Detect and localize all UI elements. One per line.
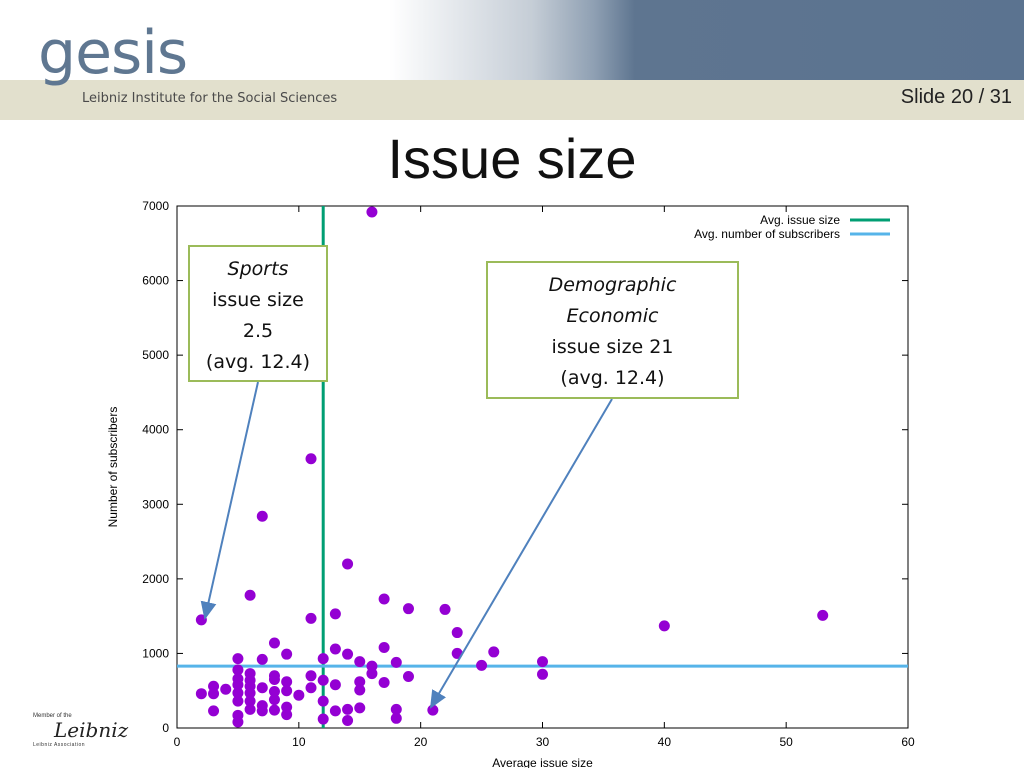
data-point <box>256 682 268 694</box>
data-point <box>268 674 280 686</box>
data-point <box>817 609 829 621</box>
data-point <box>305 453 317 465</box>
data-point <box>232 716 244 728</box>
callout-left-line4: (avg. 12.4) <box>205 351 311 373</box>
data-point <box>476 659 488 671</box>
x-tick-label: 30 <box>536 735 550 749</box>
callout-left-line1: Sports <box>227 258 289 280</box>
data-point <box>378 677 390 689</box>
data-point <box>281 709 293 721</box>
data-point <box>342 648 354 660</box>
y-tick-label: 3000 <box>142 497 169 511</box>
callout-right-line2: Economic <box>566 305 659 327</box>
data-point <box>208 688 220 700</box>
x-tick-label: 50 <box>779 735 793 749</box>
callout-right-line3: issue size 21 <box>551 336 674 358</box>
x-tick-label: 10 <box>292 735 306 749</box>
data-point <box>293 689 305 701</box>
y-tick-label: 2000 <box>142 572 169 586</box>
callout-right-line4: (avg. 12.4) <box>560 367 665 389</box>
data-point <box>208 705 220 717</box>
data-point <box>281 685 293 697</box>
y-axis-label: Number of subscribers <box>106 407 120 528</box>
demographic-callout: Demographic Economic issue size 21 (avg.… <box>486 261 739 399</box>
data-point <box>488 646 500 658</box>
x-axis-label: Average issue size <box>492 756 593 768</box>
legend-label: Avg. issue size <box>760 213 840 227</box>
data-point <box>220 683 232 695</box>
data-point <box>402 671 414 683</box>
data-point <box>281 648 293 660</box>
data-point <box>317 653 329 665</box>
data-point <box>329 705 341 717</box>
data-point <box>329 608 341 620</box>
data-point <box>256 653 268 665</box>
data-point <box>537 656 548 668</box>
x-tick-label: 40 <box>658 735 672 749</box>
sports-callout: Sports issue size 2.5 (avg. 12.4) <box>188 245 328 382</box>
data-point <box>342 703 354 715</box>
callout-right-line1: Demographic <box>548 274 677 296</box>
data-point <box>256 510 268 522</box>
data-point <box>354 702 366 714</box>
data-point <box>390 656 402 668</box>
data-point <box>268 637 280 649</box>
y-tick-label: 5000 <box>142 348 169 362</box>
data-point <box>439 603 451 615</box>
data-point <box>378 593 390 605</box>
data-point <box>268 694 280 706</box>
data-point <box>268 704 280 716</box>
data-point <box>232 653 244 665</box>
y-tick-label: 1000 <box>142 646 169 660</box>
x-tick-label: 20 <box>414 735 428 749</box>
sports-arrow <box>200 381 259 620</box>
x-tick-label: 0 <box>174 735 181 749</box>
data-point <box>427 704 439 716</box>
demographic-arrow <box>429 398 613 709</box>
data-point <box>378 641 390 653</box>
data-point <box>305 682 317 694</box>
data-point <box>305 670 317 682</box>
data-point <box>329 643 341 655</box>
leibniz-logo: Leibniz <box>54 718 129 742</box>
y-tick-label: 7000 <box>142 199 169 213</box>
data-point <box>658 620 670 632</box>
data-point <box>317 713 329 725</box>
data-point <box>366 668 378 680</box>
data-point <box>342 558 354 570</box>
data-point <box>354 684 366 696</box>
callout-left-line2: issue size <box>212 289 304 311</box>
callout-left-line3: 2.5 <box>242 320 274 342</box>
data-point <box>317 674 329 686</box>
data-point <box>256 705 268 717</box>
x-tick-label: 60 <box>901 735 915 749</box>
data-point <box>537 668 548 680</box>
data-point <box>390 712 402 724</box>
data-point <box>402 603 414 615</box>
data-point <box>244 703 256 715</box>
data-point <box>305 612 317 624</box>
data-point <box>366 206 378 218</box>
legend-label: Avg. number of subscribers <box>694 227 840 241</box>
data-point <box>244 589 256 601</box>
y-tick-label: 4000 <box>142 423 169 437</box>
leibniz-association-text: Leibniz Association <box>33 742 86 748</box>
data-point <box>195 688 207 700</box>
data-point <box>342 715 354 727</box>
y-tick-label: 6000 <box>142 274 169 288</box>
data-point <box>354 656 366 668</box>
data-point <box>451 627 463 639</box>
y-tick-label: 0 <box>162 721 169 735</box>
data-point <box>317 695 329 707</box>
data-point <box>232 695 244 707</box>
data-point <box>329 679 341 691</box>
